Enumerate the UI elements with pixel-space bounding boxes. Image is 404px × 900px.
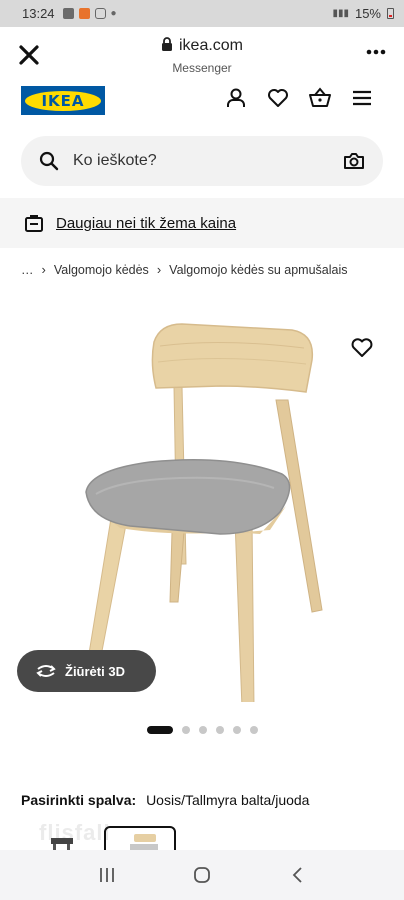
gallery-dot[interactable]	[233, 726, 241, 734]
url-text: ikea.com	[178, 37, 244, 54]
chair-thumbnail-light	[130, 834, 158, 850]
breadcrumb-item[interactable]: Valgomojo kėdės su apmušalais	[169, 263, 347, 277]
app-icon	[78, 8, 90, 19]
search-bar[interactable]: Ko ieškote?	[21, 136, 383, 186]
notification-icon	[62, 8, 74, 19]
site-header: IKEA	[0, 82, 404, 124]
battery-text: 15%	[354, 6, 381, 21]
logo-text: IKEA	[25, 90, 101, 111]
search-icon	[39, 150, 61, 172]
status-right: ▮▮▮ 15%	[332, 6, 394, 21]
product-gallery[interactable]: Žiūrėti 3D	[0, 292, 404, 710]
more-options-icon[interactable]	[366, 49, 386, 55]
home-icon[interactable]	[189, 862, 215, 888]
battery-icon	[387, 8, 394, 19]
instagram-icon	[94, 8, 106, 19]
lock-icon	[161, 37, 172, 51]
color-thumbnails: flisfall	[21, 818, 404, 850]
basket-icon[interactable]	[308, 86, 332, 110]
system-nav-bar	[0, 850, 404, 900]
gallery-dot[interactable]	[250, 726, 258, 734]
ikea-logo[interactable]: IKEA	[21, 86, 105, 115]
color-thumbnail-selected[interactable]	[104, 826, 176, 850]
view-3d-label: Žiūrėti 3D	[65, 663, 125, 679]
signal-icon: ▮▮▮	[332, 8, 349, 19]
menu-icon[interactable]	[350, 86, 374, 110]
breadcrumb-item[interactable]: Valgomojo kėdės	[54, 263, 149, 277]
status-time: 13:24	[22, 6, 55, 21]
chevron-right-icon: ›	[156, 262, 162, 277]
recent-apps-icon[interactable]	[94, 862, 120, 888]
color-label: Pasirinkti spalva:	[21, 792, 137, 808]
gallery-dot[interactable]	[182, 726, 190, 734]
search-input[interactable]: Ko ieškote?	[73, 152, 343, 170]
chair-image	[85, 323, 323, 702]
color-value: Uosis/Tallmyra balta/juoda	[146, 792, 310, 808]
promo-banner[interactable]: Daugiau nei tik žema kaina	[0, 198, 404, 248]
breadcrumb: … › Valgomojo kėdės › Valgomojo kėdės su…	[21, 262, 348, 277]
gallery-dot-active[interactable]	[147, 726, 173, 734]
back-icon[interactable]	[284, 862, 310, 888]
chair-thumbnail-dark	[51, 838, 73, 850]
camera-search-icon[interactable]	[343, 150, 365, 172]
gallery-dot[interactable]	[199, 726, 207, 734]
dot-icon: ●	[110, 8, 117, 19]
gallery-pagination	[147, 726, 258, 734]
price-tag-icon	[25, 215, 43, 232]
user-icon[interactable]	[224, 86, 248, 110]
color-selection: Pasirinkti spalva: Uosis/Tallmyra balta/…	[21, 792, 309, 808]
chevron-right-icon: ›	[41, 262, 46, 277]
color-thumbnail[interactable]	[29, 826, 101, 850]
view-3d-button[interactable]: Žiūrėti 3D	[17, 650, 156, 692]
status-bar: 13:24 ● ▮▮▮ 15%	[0, 0, 404, 27]
favorite-heart-icon[interactable]	[350, 336, 374, 360]
gallery-dot[interactable]	[216, 726, 224, 734]
browser-bar: ikea.com Messenger	[0, 27, 404, 82]
breadcrumb-ellipsis[interactable]: …	[21, 263, 34, 277]
rotate-3d-icon	[36, 665, 56, 677]
status-notification-icons: ●	[62, 8, 117, 19]
heart-icon[interactable]	[266, 86, 290, 110]
url-bar[interactable]: ikea.com	[0, 37, 404, 55]
promo-link[interactable]: Daugiau nei tik žema kaina	[56, 215, 236, 232]
browser-subtitle: Messenger	[172, 61, 232, 75]
